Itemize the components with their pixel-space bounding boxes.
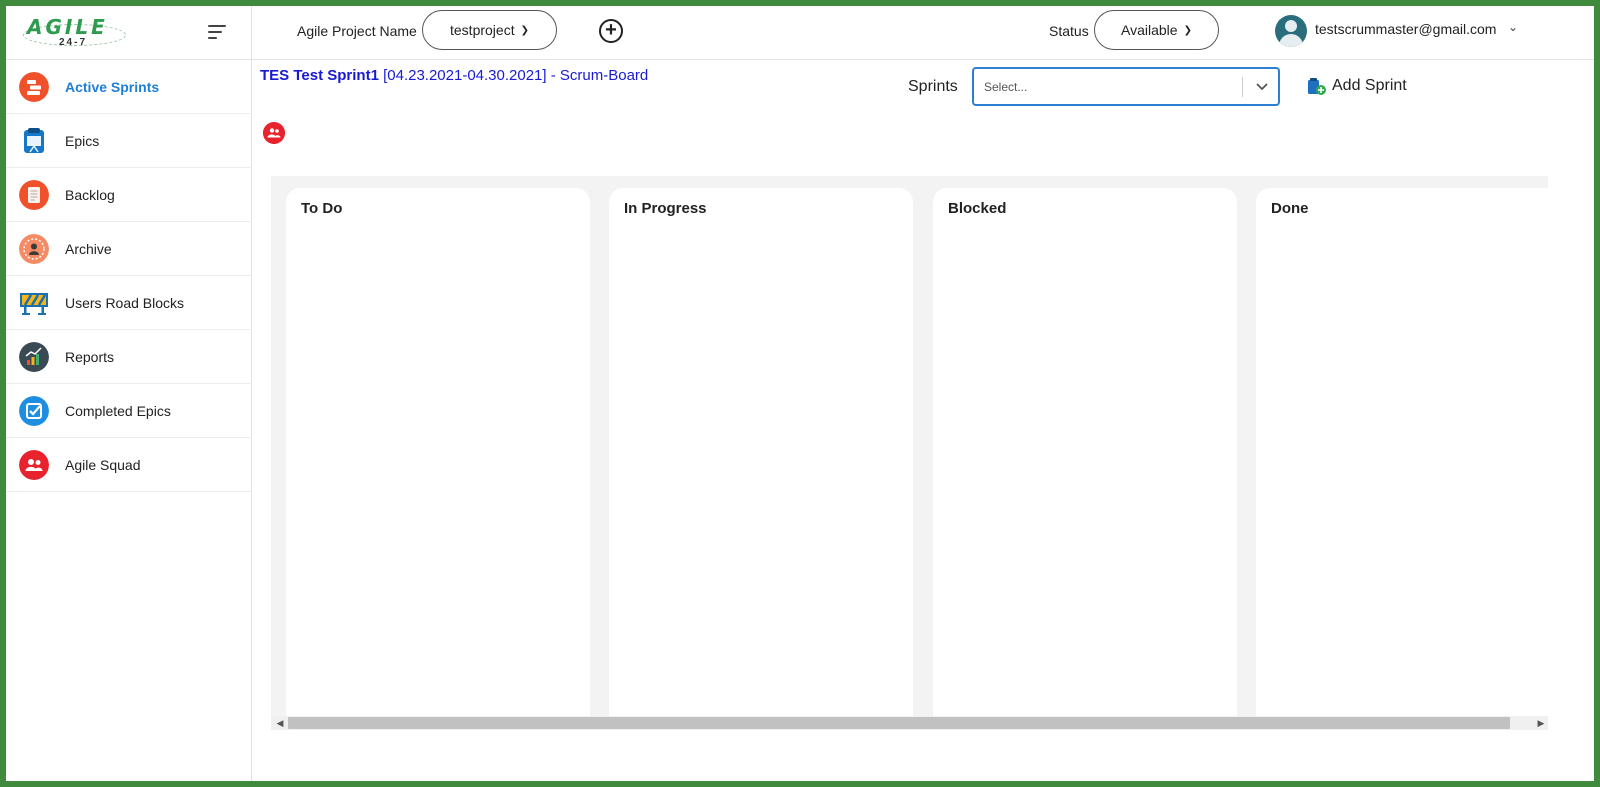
sidebar-item-label: Archive [65, 240, 112, 257]
user-email[interactable]: testscrummaster@gmail.com [1315, 21, 1496, 37]
status-select[interactable]: Available ❯ [1094, 10, 1219, 50]
sidebar-item-label: Epics [65, 132, 100, 149]
sidebar-item-label: Agile Squad [65, 456, 141, 473]
scrum-board: To Do In Progress Blocked Done [271, 176, 1548, 718]
sidebar-item-label: Active Sprints [65, 78, 160, 95]
sidebar-item-users-road-blocks[interactable]: Users Road Blocks [6, 276, 252, 330]
user-avatar[interactable] [1275, 15, 1307, 47]
select-separator [1242, 77, 1243, 97]
project-name-label: Agile Project Name [297, 23, 417, 39]
logo-area: AGILE 24-7 [6, 6, 252, 60]
project-select-value: testproject [450, 22, 515, 38]
add-sprint-label: Add Sprint [1332, 77, 1407, 94]
status-select-value: Available [1121, 22, 1178, 38]
sprint-date-range: [04.23.2021-04.30.2021] - Scrum-Board [378, 67, 649, 84]
board-horizontal-scrollbar[interactable]: ◀ ▶ [271, 716, 1548, 730]
sidebar-item-label: Reports [65, 348, 115, 365]
completed-epics-icon [19, 395, 49, 426]
app-window: AGILE 24-7 Agile Project Name testprojec… [6, 6, 1594, 781]
agile-logo[interactable]: AGILE 24-7 [23, 14, 128, 50]
sidebar: Active Sprints Epics Backlog Archive Use… [6, 60, 252, 781]
board-column-to-do[interactable]: To Do [286, 188, 590, 718]
epics-icon [24, 127, 44, 153]
column-title: Blocked [948, 200, 1007, 217]
sidebar-item-completed-epics[interactable]: Completed Epics [6, 384, 252, 438]
scrollbar-thumb[interactable] [288, 717, 1510, 729]
add-sprint-icon [1308, 78, 1326, 95]
sprint-name: TES Test Sprint1 [260, 67, 379, 84]
team-icon[interactable] [263, 122, 285, 144]
board-column-blocked[interactable]: Blocked [933, 188, 1237, 718]
sprint-select[interactable]: Select... [972, 67, 1280, 106]
agile-squad-icon [19, 449, 49, 480]
project-select[interactable]: testproject ❯ [422, 10, 557, 50]
column-title: Done [1271, 200, 1309, 217]
backlog-icon [19, 179, 49, 210]
logo-subtext: 24-7 [59, 37, 88, 48]
sidebar-item-reports[interactable]: Reports [6, 330, 252, 384]
active-sprints-icon [19, 71, 49, 102]
column-title: To Do [301, 200, 343, 217]
chevron-down-icon: ❯ [520, 24, 529, 36]
chevron-down-icon: ❯ [1183, 24, 1192, 36]
sidebar-item-label: Users Road Blocks [65, 294, 185, 311]
scroll-left-arrow-icon[interactable]: ◀ [273, 716, 287, 730]
column-title: In Progress [624, 200, 707, 217]
sidebar-item-backlog[interactable]: Backlog [6, 168, 252, 222]
sprints-label: Sprints [908, 78, 958, 95]
board-column-done[interactable]: Done [1256, 188, 1548, 718]
road-blocks-icon [20, 292, 48, 315]
sidebar-item-epics[interactable]: Epics [6, 114, 252, 168]
archive-icon [19, 233, 49, 264]
logo-text: AGILE [27, 15, 108, 39]
board-column-in-progress[interactable]: In Progress [609, 188, 913, 718]
add-sprint-button[interactable]: Add Sprint [1307, 76, 1407, 96]
menu-toggle-icon[interactable] [208, 24, 230, 40]
status-label: Status [1049, 23, 1089, 39]
page-title: TES Test Sprint1 [04.23.2021-04.30.2021]… [260, 67, 648, 84]
add-project-icon[interactable]: + [599, 19, 623, 43]
chevron-down-icon [1256, 83, 1268, 91]
sidebar-item-agile-squad[interactable]: Agile Squad [6, 438, 252, 492]
sprint-select-placeholder: Select... [984, 80, 1028, 94]
scroll-right-arrow-icon[interactable]: ▶ [1534, 716, 1548, 730]
sidebar-item-archive[interactable]: Archive [6, 222, 252, 276]
top-header: AGILE 24-7 Agile Project Name testprojec… [6, 6, 1594, 60]
sidebar-item-label: Completed Epics [65, 402, 171, 419]
reports-icon [19, 341, 49, 372]
sidebar-item-active-sprints[interactable]: Active Sprints [6, 60, 252, 114]
user-menu-chevron-icon[interactable]: ⌄ [1508, 20, 1518, 34]
sidebar-item-label: Backlog [65, 186, 115, 203]
